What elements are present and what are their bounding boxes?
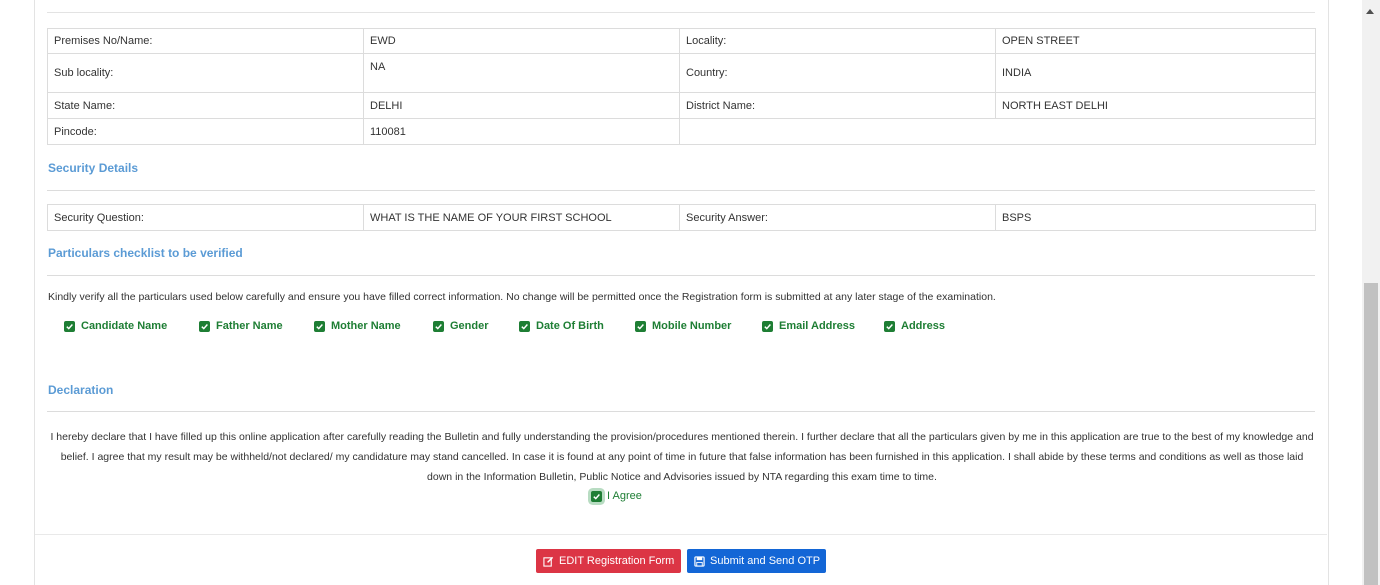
value-sub-locality: NA (363, 53, 680, 93)
security-table: Security Question: WHAT IS THE NAME OF Y… (47, 204, 1316, 231)
checked-checkbox-icon[interactable] (199, 320, 210, 332)
checked-checkbox-icon[interactable] (635, 320, 646, 332)
checklist-item-label: Mobile Number (652, 320, 732, 332)
checked-checkbox-icon[interactable] (433, 320, 444, 332)
table-row: Premises No/Name: EWD Locality: OPEN STR… (47, 28, 1316, 54)
submit-button-label: Submit and Send OTP (710, 555, 821, 567)
label-premises: Premises No/Name: (47, 28, 364, 54)
label-security-answer: Security Answer: (679, 204, 996, 231)
checked-checkbox-icon[interactable] (762, 320, 773, 332)
checked-checkbox-icon[interactable] (64, 320, 75, 332)
edit-registration-button[interactable]: EDIT Registration Form (536, 549, 681, 573)
label-security-question: Security Question: (47, 204, 364, 231)
label-locality: Locality: (679, 28, 996, 54)
value-country: INDIA (995, 53, 1316, 93)
checklist-item-gender[interactable]: Gender (433, 320, 489, 332)
value-security-answer: BSPS (995, 204, 1316, 231)
checked-checkbox-icon[interactable] (519, 320, 530, 332)
checklist-item-label: Candidate Name (81, 320, 168, 332)
checklist-item-label: Gender (450, 320, 489, 332)
checklist-item-address[interactable]: Address (884, 320, 945, 332)
scroll-up-arrow-icon[interactable] (1366, 9, 1374, 14)
checked-checkbox-icon[interactable] (591, 490, 602, 502)
checklist-heading: Particulars checklist to be verified (48, 246, 243, 260)
value-security-question: WHAT IS THE NAME OF YOUR FIRST SCHOOL (363, 204, 680, 231)
checklist-item-date-of-birth[interactable]: Date Of Birth (519, 320, 604, 332)
checklist-item-label: Email Address (779, 320, 856, 332)
value-locality: OPEN STREET (995, 28, 1316, 54)
table-row: State Name: DELHI District Name: NORTH E… (47, 92, 1316, 119)
divider (47, 190, 1315, 191)
submit-send-otp-button[interactable]: Submit and Send OTP (687, 549, 826, 573)
value-district: NORTH EAST DELHI (995, 92, 1316, 119)
security-details-heading: Security Details (48, 161, 139, 175)
divider (35, 534, 1327, 535)
empty-cell (679, 118, 1316, 145)
checklist-item-mother-name[interactable]: Mother Name (314, 320, 401, 332)
declaration-heading: Declaration (48, 383, 114, 397)
label-pincode: Pincode: (47, 118, 364, 145)
label-country: Country: (679, 53, 996, 93)
value-state: DELHI (363, 92, 680, 119)
save-icon (694, 555, 705, 567)
checklist-item-mobile-number[interactable]: Mobile Number (635, 320, 731, 332)
label-district: District Name: (679, 92, 996, 119)
agree-checkbox[interactable]: I Agree (591, 490, 642, 502)
divider (47, 411, 1315, 412)
checklist-item-label: Father Name (216, 320, 283, 332)
checklist-item-label: Date Of Birth (536, 320, 604, 332)
agree-label: I Agree (607, 490, 642, 502)
address-table: Premises No/Name: EWD Locality: OPEN STR… (47, 28, 1316, 145)
edit-icon (543, 556, 554, 567)
value-premises: EWD (363, 28, 680, 54)
checklist-item-candidate-name[interactable]: Candidate Name (64, 320, 167, 332)
checklist-item-father-name[interactable]: Father Name (199, 320, 283, 332)
table-row: Security Question: WHAT IS THE NAME OF Y… (47, 204, 1316, 231)
edit-button-label: EDIT Registration Form (559, 555, 675, 567)
declaration-text: I hereby declare that I have filled up t… (50, 431, 1314, 483)
checked-checkbox-icon[interactable] (314, 320, 325, 332)
divider (47, 275, 1315, 276)
table-row: Sub locality: NA Country: INDIA (47, 53, 1316, 93)
label-sub-locality: Sub locality: (47, 53, 364, 93)
scrollbar-thumb[interactable] (1364, 283, 1378, 585)
table-row: Pincode: 110081 (47, 118, 1316, 145)
checklist-instruction: Kindly verify all the particulars used b… (48, 291, 996, 303)
checklist-item-label: Mother Name (331, 320, 401, 332)
divider (47, 12, 1315, 13)
checklist-item-label: Address (901, 320, 946, 332)
label-state: State Name: (47, 92, 364, 119)
value-pincode: 110081 (363, 118, 680, 145)
checklist-item-email-address[interactable]: Email Address (762, 320, 855, 332)
checked-checkbox-icon[interactable] (884, 320, 895, 332)
